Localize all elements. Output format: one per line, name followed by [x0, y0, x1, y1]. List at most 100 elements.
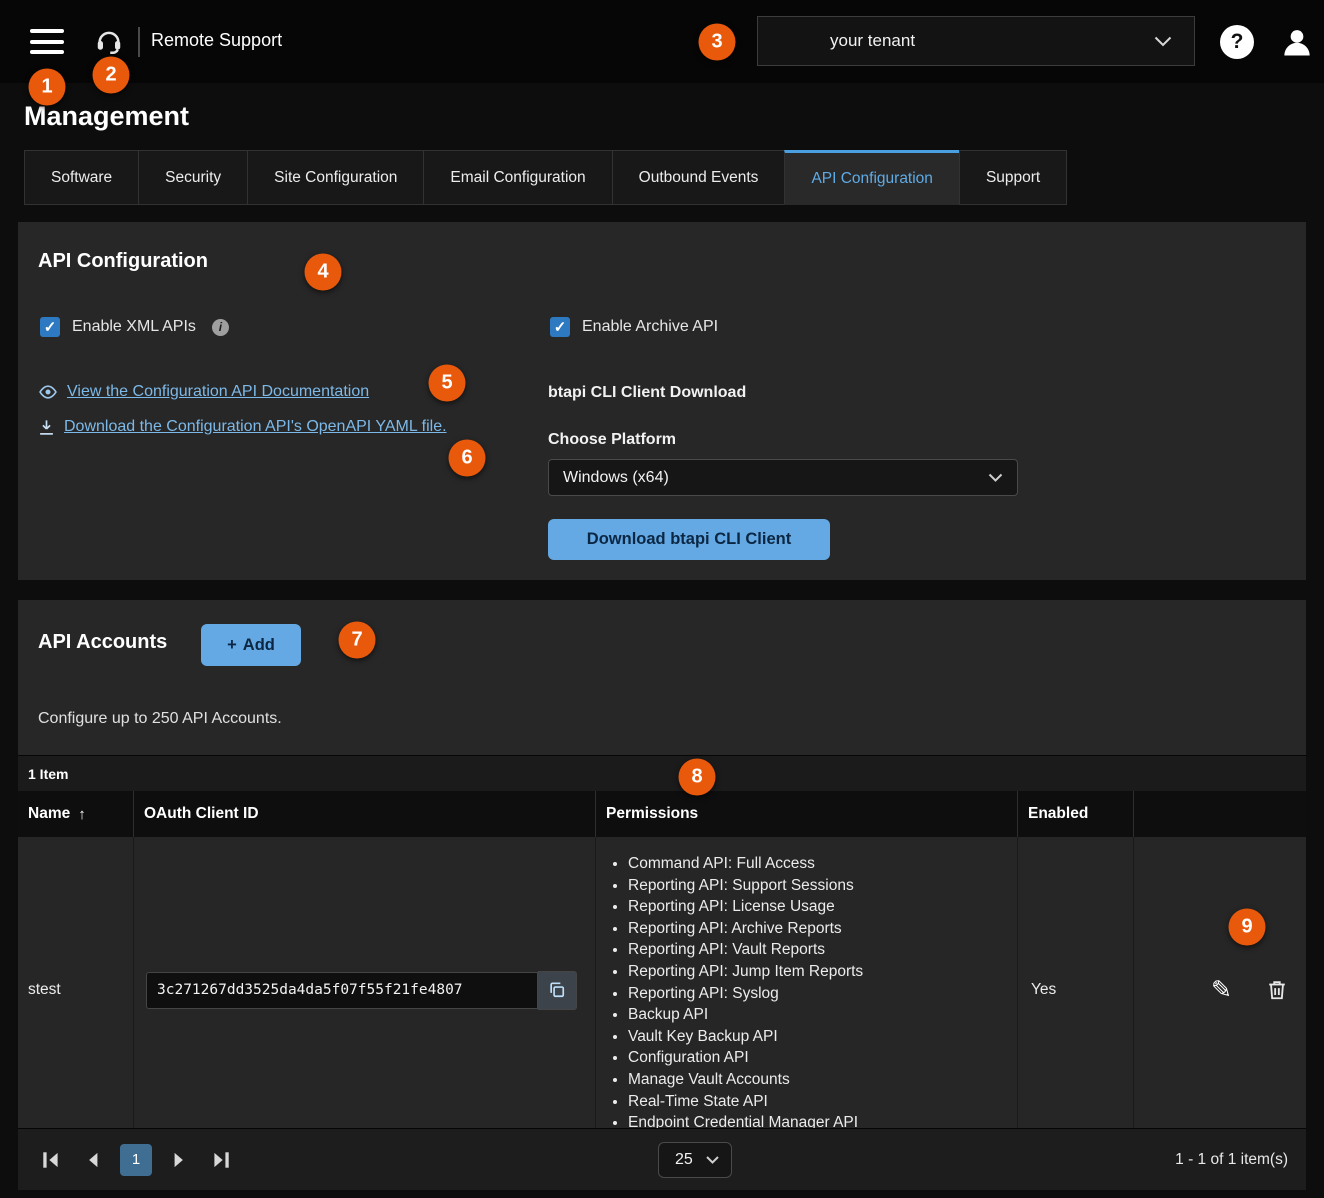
chevron-down-icon: [706, 1156, 719, 1164]
download-openapi-yaml-link[interactable]: Download the Configuration API's OpenAPI…: [64, 418, 447, 436]
column-header-actions: [1133, 791, 1306, 837]
last-page-icon[interactable]: [206, 1145, 236, 1175]
permission-item: Reporting API: Jump Item Reports: [628, 961, 1017, 983]
tab-bar: Software Security Site Configuration Ema…: [24, 150, 1068, 205]
column-header-permissions[interactable]: Permissions: [595, 791, 1017, 837]
pagination-range-label: 1 - 1 of 1 item(s): [1175, 1150, 1288, 1168]
help-button[interactable]: ?: [1220, 25, 1254, 59]
permissions-cell: Command API: Full Access Reporting API: …: [595, 837, 1017, 1144]
api-accounts-panel: API Accounts + Add Configure up to 250 AP…: [18, 600, 1306, 1190]
tab-site-configuration[interactable]: Site Configuration: [247, 150, 424, 205]
info-icon[interactable]: i: [211, 318, 229, 336]
permission-item: Command API: Full Access: [628, 853, 1017, 875]
edit-icon[interactable]: ✎: [1211, 977, 1232, 1003]
callout-5: 5: [428, 364, 466, 402]
item-count-bar: 1 Item: [18, 755, 1306, 791]
page-size-select[interactable]: 25: [658, 1142, 732, 1178]
enable-archive-api-row: ✓ Enable Archive API: [550, 317, 718, 337]
permission-item: Configuration API: [628, 1047, 1017, 1069]
account-name-cell: stest: [28, 981, 61, 999]
enable-xml-apis-label: Enable XML APIs: [72, 318, 196, 335]
sort-asc-icon: ↑: [78, 805, 86, 823]
add-button-label: Add: [242, 635, 275, 654]
checkbox-enable-archive-api[interactable]: ✓: [550, 317, 570, 337]
next-page-icon[interactable]: [164, 1145, 194, 1175]
cli-download-heading: btapi CLI Client Download: [548, 384, 747, 401]
callout-3: 3: [698, 23, 736, 61]
enable-xml-apis-row: ✓ Enable XML APIs i: [40, 317, 229, 337]
permission-item: Reporting API: Syslog: [628, 983, 1017, 1005]
item-count-label: 1 Item: [28, 765, 69, 782]
api-configuration-panel: API Configuration ✓ Enable XML APIs i ✓ …: [18, 222, 1306, 580]
delete-icon[interactable]: [1266, 979, 1288, 1001]
permission-item: Reporting API: Vault Reports: [628, 939, 1017, 961]
product-title: Remote Support: [151, 30, 283, 50]
screen: Remote Support your tenant ? Management …: [0, 0, 1324, 1198]
enable-archive-api-label: Enable Archive API: [582, 318, 719, 335]
topbar: Remote Support your tenant ?: [0, 0, 1324, 83]
permission-item: Reporting API: Archive Reports: [628, 918, 1017, 940]
oauth-client-id-field[interactable]: [146, 971, 538, 1009]
permissions-list: Command API: Full Access Reporting API: …: [596, 853, 1017, 1134]
column-header-name[interactable]: Name ↑: [18, 791, 133, 837]
plus-icon: +: [227, 635, 237, 654]
permission-item: Real-Time State API: [628, 1091, 1017, 1113]
topbar-divider: [138, 27, 140, 57]
permission-item: Manage Vault Accounts: [628, 1069, 1017, 1091]
column-header-oauth-client-id[interactable]: OAuth Client ID: [133, 791, 595, 837]
chevron-down-icon: [1154, 36, 1172, 46]
enabled-cell: Yes: [1017, 837, 1133, 1144]
pagination-controls: 1: [36, 1143, 236, 1176]
oauth-client-id-cell: [133, 837, 595, 1144]
tab-security[interactable]: Security: [138, 150, 248, 205]
download-cli-client-button[interactable]: Download btapi CLI Client: [548, 519, 830, 560]
current-page-button[interactable]: 1: [120, 1143, 152, 1176]
tab-software[interactable]: Software: [24, 150, 139, 205]
checkbox-enable-xml-apis[interactable]: ✓: [40, 317, 60, 337]
callout-6: 6: [448, 439, 486, 477]
table-header-row: Name ↑ OAuth Client ID Permissions Enabl…: [18, 791, 1306, 837]
pagination-bar: 1 25 1 - 1 of 1 item(s): [18, 1128, 1306, 1190]
tenant-select[interactable]: your tenant: [757, 16, 1195, 66]
api-doc-link-row: View the Configuration API Documentation: [38, 383, 369, 401]
menu-icon[interactable]: [30, 29, 64, 54]
tab-outbound-events[interactable]: Outbound Events: [611, 150, 785, 205]
copy-button[interactable]: [538, 970, 577, 1010]
eye-icon: [39, 385, 57, 399]
callout-4: 4: [304, 253, 342, 291]
question-icon: ?: [1230, 30, 1244, 53]
support-headset-icon[interactable]: [94, 26, 124, 56]
callout-2: 2: [92, 56, 130, 94]
add-account-button[interactable]: + Add: [201, 624, 301, 666]
permission-item: Reporting API: Support Sessions: [628, 875, 1017, 897]
callout-1: 1: [28, 68, 66, 106]
previous-page-icon[interactable]: [78, 1145, 108, 1175]
page-size-value: 25: [675, 1151, 693, 1168]
platform-select[interactable]: Windows (x64): [548, 459, 1018, 496]
table-row: stest Command API: Full Access Reporting…: [18, 837, 1306, 1144]
yaml-download-link-row: Download the Configuration API's OpenAPI…: [38, 418, 447, 436]
chevron-down-icon: [988, 473, 1003, 482]
choose-platform-label: Choose Platform: [548, 431, 677, 448]
view-api-documentation-link[interactable]: View the Configuration API Documentation: [67, 383, 369, 401]
platform-value: Windows (x64): [563, 468, 669, 486]
api-configuration-title: API Configuration: [38, 250, 208, 272]
tenant-value: your tenant: [830, 31, 916, 50]
permission-item: Backup API: [628, 1004, 1017, 1026]
page-title: Management: [24, 101, 190, 131]
permission-item: Vault Key Backup API: [628, 1026, 1017, 1048]
column-header-enabled[interactable]: Enabled: [1017, 791, 1133, 837]
tab-support[interactable]: Support: [958, 150, 1068, 205]
first-page-icon[interactable]: [36, 1145, 66, 1175]
tab-email-configuration[interactable]: Email Configuration: [423, 150, 612, 205]
permission-item: Reporting API: License Usage: [628, 896, 1017, 918]
account-icon[interactable]: [1278, 23, 1316, 61]
download-icon: [40, 419, 53, 435]
callout-8: 8: [678, 758, 716, 796]
callout-9: 9: [1228, 908, 1266, 946]
api-accounts-title: API Accounts: [38, 631, 168, 653]
callout-7: 7: [338, 621, 376, 659]
tab-api-configuration[interactable]: API Configuration: [784, 150, 959, 205]
accounts-description: Configure up to 250 API Accounts.: [38, 710, 282, 727]
row-actions-cell: ✎: [1133, 837, 1306, 1144]
